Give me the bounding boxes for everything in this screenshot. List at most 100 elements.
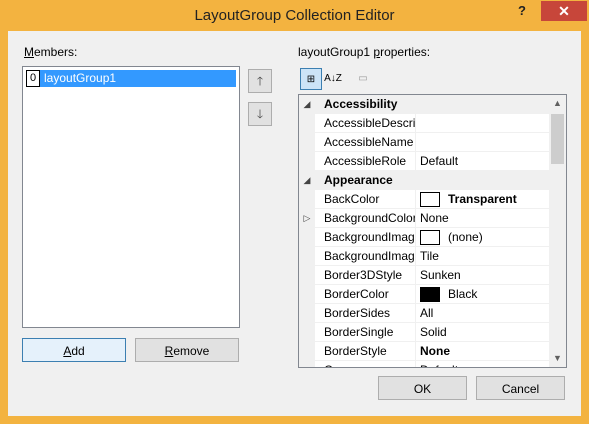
- property-row[interactable]: AccessibleDescript: [299, 114, 549, 133]
- property-value[interactable]: None: [417, 209, 552, 227]
- property-value-text: Default: [420, 154, 459, 168]
- row-gutter: [299, 361, 315, 367]
- row-gutter: [299, 323, 315, 342]
- color-swatch: [420, 230, 440, 246]
- property-value-text: Tile: [420, 249, 439, 263]
- property-row[interactable]: Border3DStyle Sunken: [299, 266, 549, 285]
- property-row[interactable]: BackgroundImageI Tile: [299, 247, 549, 266]
- category-name: Accessibility: [324, 97, 398, 111]
- property-value[interactable]: Tile: [417, 247, 552, 265]
- expand-icon[interactable]: ▷: [302, 212, 312, 224]
- property-row[interactable]: AccessibleName: [299, 133, 549, 152]
- property-value[interactable]: (none): [417, 228, 552, 246]
- property-name: Cursor: [316, 361, 416, 367]
- title-bar: LayoutGroup Collection Editor ? ✕: [0, 0, 589, 31]
- property-row[interactable]: BorderSides All: [299, 304, 549, 323]
- property-row[interactable]: AccessibleRole Default: [299, 152, 549, 171]
- property-value[interactable]: All: [417, 304, 552, 322]
- property-name: BackColor: [316, 190, 416, 208]
- property-rows: ◢ Accessibility AccessibleDescript Accessib…: [299, 95, 549, 367]
- members-label: Members:: [24, 45, 78, 59]
- scroll-up-icon[interactable]: ▲: [549, 95, 566, 112]
- property-name: BorderSingle: [316, 323, 416, 341]
- move-up-button[interactable]: 🡑: [248, 69, 272, 93]
- property-value[interactable]: Black: [417, 285, 552, 303]
- property-name: Border3DStyle: [316, 266, 416, 284]
- vertical-scrollbar[interactable]: ▲ ▼: [549, 95, 566, 367]
- property-row[interactable]: BorderSingle Solid: [299, 323, 549, 342]
- add-button[interactable]: Add: [22, 338, 126, 362]
- property-value-text: Transparent: [448, 192, 517, 206]
- property-value-text: None: [420, 211, 449, 225]
- color-swatch: [420, 287, 440, 303]
- row-gutter: [299, 285, 315, 304]
- row-gutter: [299, 228, 315, 247]
- window-title: LayoutGroup Collection Editor: [194, 7, 395, 24]
- property-value-text: Solid: [420, 325, 447, 339]
- row-gutter: [299, 304, 315, 323]
- remove-button[interactable]: Remove: [135, 338, 239, 362]
- row-gutter: [299, 114, 315, 133]
- property-name: AccessibleDescript: [316, 114, 416, 132]
- row-gutter: ▷: [299, 209, 315, 228]
- row-gutter: ◢: [299, 171, 315, 190]
- property-row[interactable]: BorderStyle None: [299, 342, 549, 361]
- members-list[interactable]: 0 layoutGroup1: [22, 66, 240, 328]
- row-gutter: ◢: [299, 95, 315, 114]
- property-row[interactable]: BackgroundImage (none): [299, 228, 549, 247]
- category-row[interactable]: ◢ Accessibility: [299, 95, 549, 114]
- list-item[interactable]: 0 layoutGroup1: [26, 70, 236, 87]
- arrow-up-icon: 🡑: [256, 74, 264, 88]
- cancel-button[interactable]: Cancel: [476, 376, 565, 400]
- property-name: BorderSides: [316, 304, 416, 322]
- help-button[interactable]: ?: [514, 3, 530, 21]
- property-value-text: Black: [448, 287, 478, 301]
- list-item-index: 0: [26, 70, 40, 87]
- dialog-body: Members: 0 layoutGroup1 🡑 🡓 Add Remove l…: [8, 31, 581, 416]
- property-value[interactable]: Solid: [417, 323, 552, 341]
- property-value[interactable]: Default: [417, 361, 552, 367]
- categorized-icon[interactable]: ⊞: [300, 68, 322, 90]
- property-name: BackgroundColor: [316, 209, 416, 227]
- property-grid[interactable]: ◢ Accessibility AccessibleDescript Accessib…: [298, 94, 567, 368]
- collapse-icon[interactable]: ◢: [302, 98, 312, 110]
- move-down-button[interactable]: 🡓: [248, 102, 272, 126]
- property-value[interactable]: Default: [417, 152, 552, 170]
- properties-toolbar: ⊞ A↓Z ▭: [298, 68, 378, 92]
- property-value-text: None: [420, 344, 450, 358]
- arrow-down-icon: 🡓: [256, 107, 264, 121]
- property-row[interactable]: Cursor Default: [299, 361, 552, 367]
- ok-button[interactable]: OK: [378, 376, 467, 400]
- property-value[interactable]: None: [417, 342, 552, 360]
- collapse-icon[interactable]: ◢: [302, 174, 312, 186]
- color-swatch: [420, 192, 440, 208]
- list-item-name: layoutGroup1: [44, 71, 117, 85]
- property-value-text: (none): [448, 230, 483, 244]
- property-row[interactable]: BackColor Transparent: [299, 190, 549, 209]
- property-value-text: Sunken: [420, 268, 461, 282]
- property-value[interactable]: [417, 133, 552, 151]
- row-gutter: [299, 152, 315, 171]
- row-gutter: [299, 266, 315, 285]
- property-value[interactable]: [417, 114, 552, 132]
- property-name: BackgroundImage: [316, 228, 416, 246]
- property-pages-icon: ▭: [358, 73, 368, 84]
- alphabetical-icon[interactable]: A↓Z: [322, 68, 344, 90]
- category-row[interactable]: ◢ Appearance: [299, 171, 549, 190]
- property-value[interactable]: Sunken: [417, 266, 552, 284]
- property-value[interactable]: Transparent: [417, 190, 552, 208]
- property-value-text: Default: [420, 363, 458, 367]
- property-row[interactable]: BorderColor Black: [299, 285, 549, 304]
- property-name: AccessibleRole: [316, 152, 416, 170]
- row-gutter: [299, 342, 315, 361]
- row-gutter: [299, 133, 315, 152]
- close-button[interactable]: ✕: [541, 1, 587, 21]
- scroll-thumb[interactable]: [551, 114, 564, 164]
- property-name: BackgroundImageI: [316, 247, 416, 265]
- scroll-down-icon[interactable]: ▼: [549, 350, 566, 367]
- property-name: AccessibleName: [316, 133, 416, 151]
- row-gutter: [299, 247, 315, 266]
- property-row[interactable]: ▷ BackgroundColor None: [299, 209, 549, 228]
- property-value-text: All: [420, 306, 434, 320]
- row-gutter: [299, 190, 315, 209]
